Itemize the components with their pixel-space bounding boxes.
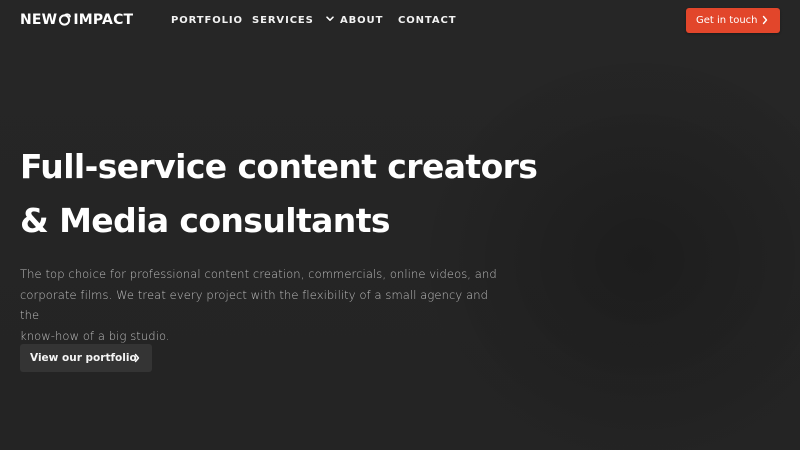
view-portfolio-button[interactable]: View our portfolio [20,344,152,372]
nav-item-portfolio[interactable]: PORTFOLIO [171,15,243,26]
nav-item-services[interactable]: SERVICES [252,15,334,26]
nav-item-about[interactable]: ABOUT [340,15,383,26]
chevron-right-icon [762,15,768,28]
logo-text-new: NEW [20,12,58,28]
hero-title-line-2: & Media consultants [20,201,391,240]
site-header: NEW IMPACT PORTFOLIO SERVICES ABOUT CONT… [0,0,800,40]
hero-description-line-3: know-how of a big studio. [20,328,170,343]
hero-description-line-1: The top choice for professional content … [20,267,497,281]
brand-logo[interactable]: NEW IMPACT [20,12,133,28]
hero-section: Full-service content creators & Media co… [20,140,538,372]
swirl-o-icon [58,12,72,26]
nav-item-contact[interactable]: CONTACT [398,15,456,26]
chevron-right-icon [134,353,140,366]
nav-item-services-label: SERVICES [252,15,314,26]
get-in-touch-button[interactable]: Get in touch [686,8,780,33]
hero-description-line-2: corporate films. We treat every project … [20,287,489,323]
hero-description: The top choice for professional content … [20,264,500,346]
chevron-down-icon [326,14,334,25]
get-in-touch-label: Get in touch [696,15,758,26]
hero-title-line-1: Full-service content creators [20,147,538,186]
hero-title: Full-service content creators & Media co… [20,140,538,248]
logo-text-impact: IMPACT [73,12,134,28]
view-portfolio-label: View our portfolio [30,352,137,364]
